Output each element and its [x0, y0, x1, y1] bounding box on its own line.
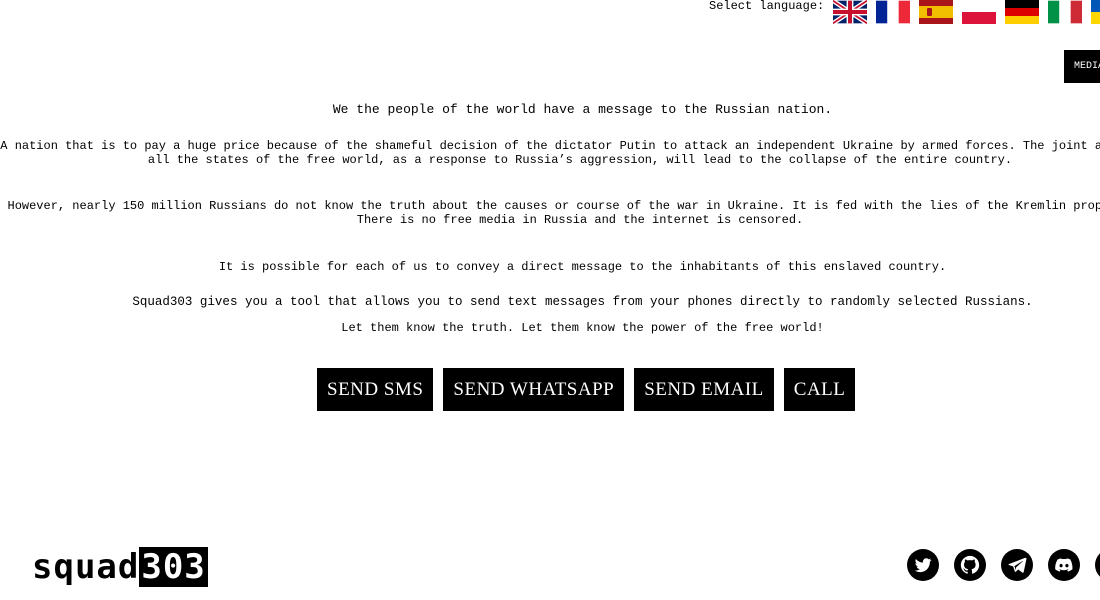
- message-however: However, nearly 150 million Russians do …: [7, 199, 1100, 227]
- call-button[interactable]: CALL: [783, 368, 856, 411]
- uk-flag-icon[interactable]: [833, 0, 868, 24]
- message-intro: We the people of the world have a messag…: [332, 102, 833, 117]
- spain-flag-icon[interactable]: [919, 0, 954, 24]
- france-flag-icon[interactable]: [876, 0, 911, 24]
- send-whatsapp-button[interactable]: SEND WHATSAPP: [443, 368, 625, 411]
- page: Select language: MEDI We the people of t…: [0, 0, 1100, 600]
- message-nation: A nation that is to pay a huge price bec…: [0, 139, 1100, 167]
- germany-flag-icon[interactable]: [1005, 0, 1040, 24]
- ukraine-flag-icon[interactable]: [1091, 0, 1100, 24]
- poland-flag-icon[interactable]: [962, 0, 997, 24]
- action-buttons: SEND SMS SEND WHATSAPP SEND EMAIL CALL: [317, 368, 856, 411]
- language-label: Select language:: [709, 0, 825, 13]
- twitter-icon[interactable]: [907, 549, 939, 581]
- italy-flag-icon[interactable]: [1048, 0, 1083, 24]
- logo-text-303: 303: [139, 547, 208, 587]
- social-links: [907, 549, 1100, 581]
- discord-icon[interactable]: [1048, 549, 1080, 581]
- logo-text-squad: squad: [32, 547, 140, 587]
- more-icon[interactable]: [1095, 549, 1100, 581]
- language-bar: Select language:: [709, 0, 1100, 24]
- message-truth: Let them know the truth. Let them know t…: [341, 321, 824, 335]
- message-squad: Squad303 gives you a tool that allows yo…: [132, 295, 1033, 309]
- media-button[interactable]: MEDIA: [1064, 50, 1100, 83]
- github-icon[interactable]: [954, 549, 986, 581]
- telegram-icon[interactable]: [1001, 549, 1033, 581]
- message-possible: It is possible for each of us to convey …: [218, 260, 947, 274]
- send-sms-button[interactable]: SEND SMS: [317, 368, 434, 411]
- send-email-button[interactable]: SEND EMAIL: [634, 368, 774, 411]
- squad303-logo: squad 303: [32, 547, 208, 587]
